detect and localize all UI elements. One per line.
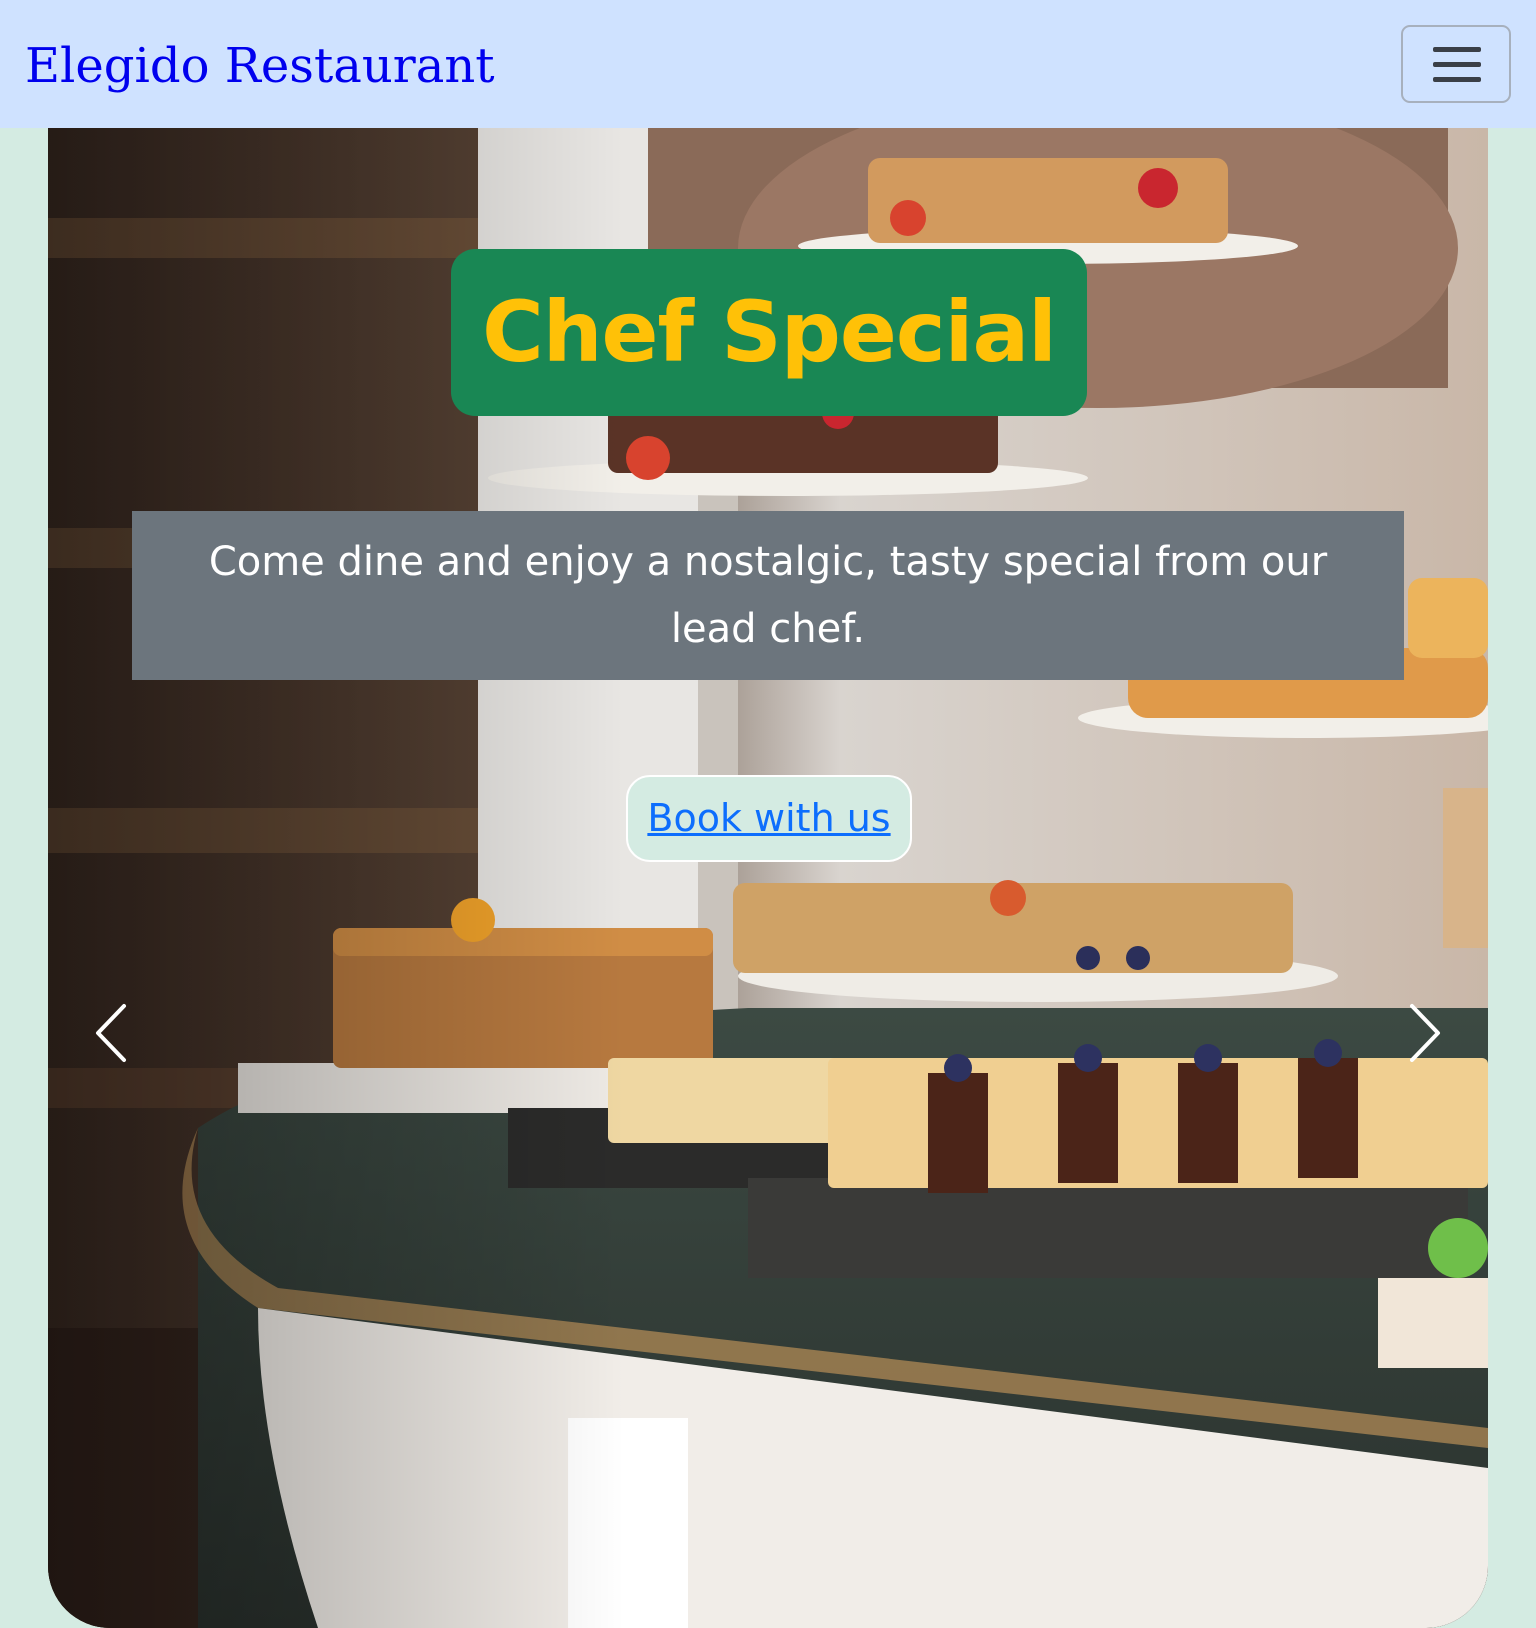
chevron-left-icon xyxy=(96,1004,126,1062)
navbar: Elegido Restaurant xyxy=(0,0,1536,128)
carousel-next-button[interactable] xyxy=(1378,988,1468,1078)
carousel-prev-button[interactable] xyxy=(68,988,158,1078)
book-with-us-button[interactable]: Book with us xyxy=(626,775,912,862)
navbar-toggler-button[interactable] xyxy=(1401,25,1511,103)
chevron-right-icon xyxy=(1410,1004,1440,1062)
hero-description: Come dine and enjoy a nostalgic, tasty s… xyxy=(132,511,1404,680)
hero-carousel: Chef Special Come dine and enjoy a nosta… xyxy=(48,128,1488,1628)
hero-title: Chef Special xyxy=(451,249,1087,416)
brand-link[interactable]: Elegido Restaurant xyxy=(25,32,495,100)
